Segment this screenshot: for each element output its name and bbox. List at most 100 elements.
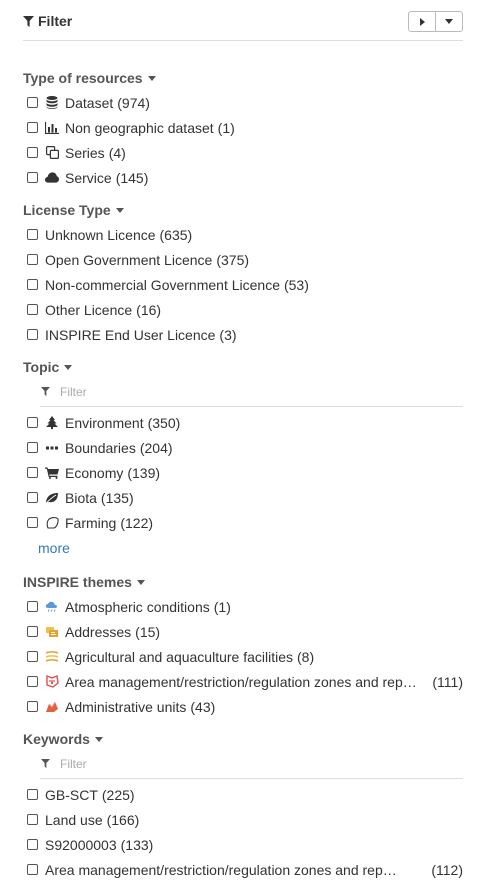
dropdown-button[interactable] bbox=[435, 12, 462, 31]
item-count: (974) bbox=[117, 94, 150, 111]
item-count: (16) bbox=[136, 301, 162, 318]
inspire-item-atmospheric[interactable]: Atmospheric conditions (1) bbox=[23, 594, 463, 619]
filter-panel: Filter Type of resources Dataset (974) N… bbox=[23, 0, 463, 878]
section-resources: Type of resources Dataset (974) Non geog… bbox=[23, 68, 463, 190]
checkbox[interactable] bbox=[27, 229, 38, 240]
caret-down-icon bbox=[115, 207, 124, 213]
inspire-item-addresses[interactable]: Addresses (15) bbox=[23, 619, 463, 644]
section-topic-title: Topic bbox=[23, 359, 60, 375]
checkbox[interactable] bbox=[27, 701, 38, 712]
checkbox[interactable] bbox=[27, 601, 38, 612]
agriculture-icon bbox=[45, 650, 59, 664]
checkbox[interactable] bbox=[27, 147, 38, 158]
resource-item-dataset[interactable]: Dataset (974) bbox=[23, 90, 463, 115]
topic-more-link[interactable]: more bbox=[23, 535, 463, 560]
item-count: (122) bbox=[120, 514, 154, 531]
caret-down-icon bbox=[445, 19, 453, 24]
topic-filter-input[interactable] bbox=[60, 384, 440, 399]
keyword-item[interactable]: Land use (166) bbox=[23, 807, 463, 832]
keyword-item[interactable]: S92000003 (133) bbox=[23, 832, 463, 857]
topic-item-farming[interactable]: Farming (122) bbox=[23, 510, 463, 535]
item-label: Non geographic dataset bbox=[65, 119, 214, 136]
checkbox[interactable] bbox=[27, 789, 38, 800]
checkbox[interactable] bbox=[27, 442, 38, 453]
item-label: Economy bbox=[65, 464, 124, 481]
section-resources-title: Type of resources bbox=[23, 70, 143, 86]
item-count: (204) bbox=[139, 439, 173, 456]
license-item[interactable]: INSPIRE End User Licence (3) bbox=[23, 322, 463, 347]
field-icon bbox=[45, 516, 59, 530]
item-label: Series bbox=[65, 144, 105, 161]
topic-item-environment[interactable]: Environment (350) bbox=[23, 410, 463, 435]
item-count: (375) bbox=[216, 251, 250, 268]
section-keywords-title: Keywords bbox=[23, 731, 90, 747]
checkbox[interactable] bbox=[27, 254, 38, 265]
section-keywords-toggle[interactable]: Keywords bbox=[23, 729, 463, 749]
checkbox[interactable] bbox=[27, 814, 38, 825]
item-label: Atmospheric conditions bbox=[65, 598, 210, 615]
checkbox[interactable] bbox=[27, 172, 38, 183]
section-inspire-toggle[interactable]: INSPIRE themes bbox=[23, 572, 463, 592]
weather-icon bbox=[45, 600, 59, 614]
checkbox[interactable] bbox=[27, 417, 38, 428]
keywords-filter-input[interactable] bbox=[60, 756, 440, 771]
keyword-item[interactable]: GB-SCT (225) bbox=[23, 782, 463, 807]
resource-item-service[interactable]: Service (145) bbox=[23, 165, 463, 190]
filter-icon bbox=[23, 15, 34, 27]
checkbox[interactable] bbox=[27, 304, 38, 315]
topic-item-economy[interactable]: Economy (139) bbox=[23, 460, 463, 485]
tree-icon bbox=[45, 416, 59, 430]
item-label: Farming bbox=[65, 514, 117, 531]
checkbox[interactable] bbox=[27, 97, 38, 108]
checkbox[interactable] bbox=[27, 839, 38, 850]
caret-right-icon bbox=[419, 17, 425, 26]
license-item[interactable]: Other Licence (16) bbox=[23, 297, 463, 322]
copy-icon bbox=[45, 146, 59, 160]
item-label: Environment bbox=[65, 414, 144, 431]
item-count: (133) bbox=[120, 836, 154, 853]
checkbox[interactable] bbox=[27, 279, 38, 290]
inspire-item-area-management[interactable]: Area management/restriction/regulation z… bbox=[23, 669, 463, 694]
checkbox[interactable] bbox=[27, 122, 38, 133]
bar-chart-icon bbox=[45, 121, 59, 135]
expand-button[interactable] bbox=[409, 12, 435, 31]
section-resources-toggle[interactable]: Type of resources bbox=[23, 68, 463, 88]
section-topic-toggle[interactable]: Topic bbox=[23, 357, 463, 377]
checkbox[interactable] bbox=[27, 676, 38, 687]
topic-item-biota[interactable]: Biota (135) bbox=[23, 485, 463, 510]
section-keywords: Keywords GB-SCT (225) Land use (166) S92… bbox=[23, 729, 463, 882]
resource-item-series[interactable]: Series (4) bbox=[23, 140, 463, 165]
caret-down-icon bbox=[64, 364, 73, 370]
checkbox[interactable] bbox=[27, 517, 38, 528]
license-item[interactable]: Unknown Licence (635) bbox=[23, 222, 463, 247]
item-label: Service bbox=[65, 169, 112, 186]
cart-icon bbox=[45, 466, 59, 480]
resource-item-non-geographic[interactable]: Non geographic dataset (1) bbox=[23, 115, 463, 140]
cloud-icon bbox=[45, 171, 59, 185]
keyword-item[interactable]: Area management/restriction/regulation z… bbox=[23, 857, 463, 882]
license-item[interactable]: Non-commercial Government Licence (53) bbox=[23, 272, 463, 297]
section-license-toggle[interactable]: License Type bbox=[23, 200, 463, 220]
license-item[interactable]: Open Government Licence (375) bbox=[23, 247, 463, 272]
checkbox[interactable] bbox=[27, 492, 38, 503]
inspire-item-agricultural[interactable]: Agricultural and aquaculture facilities … bbox=[23, 644, 463, 669]
filter-icon bbox=[41, 759, 50, 768]
item-count: (166) bbox=[106, 811, 140, 828]
item-label: Land use bbox=[45, 811, 103, 828]
checkbox[interactable] bbox=[27, 626, 38, 637]
database-icon bbox=[45, 96, 59, 110]
item-count: (43) bbox=[190, 698, 216, 715]
keywords-filter-box bbox=[40, 749, 463, 779]
checkbox[interactable] bbox=[27, 329, 38, 340]
topic-item-boundaries[interactable]: Boundaries (204) bbox=[23, 435, 463, 460]
item-label: Non-commercial Government Licence bbox=[45, 276, 280, 293]
filter-header: Filter bbox=[23, 0, 463, 41]
item-count: (15) bbox=[135, 623, 161, 640]
checkbox[interactable] bbox=[27, 467, 38, 478]
inspire-item-administrative[interactable]: Administrative units (43) bbox=[23, 694, 463, 719]
item-count: (8) bbox=[297, 648, 315, 665]
checkbox[interactable] bbox=[27, 651, 38, 662]
item-count: (53) bbox=[283, 276, 309, 293]
checkbox[interactable] bbox=[27, 864, 38, 875]
item-label: Agricultural and aquaculture facilities bbox=[65, 648, 294, 665]
